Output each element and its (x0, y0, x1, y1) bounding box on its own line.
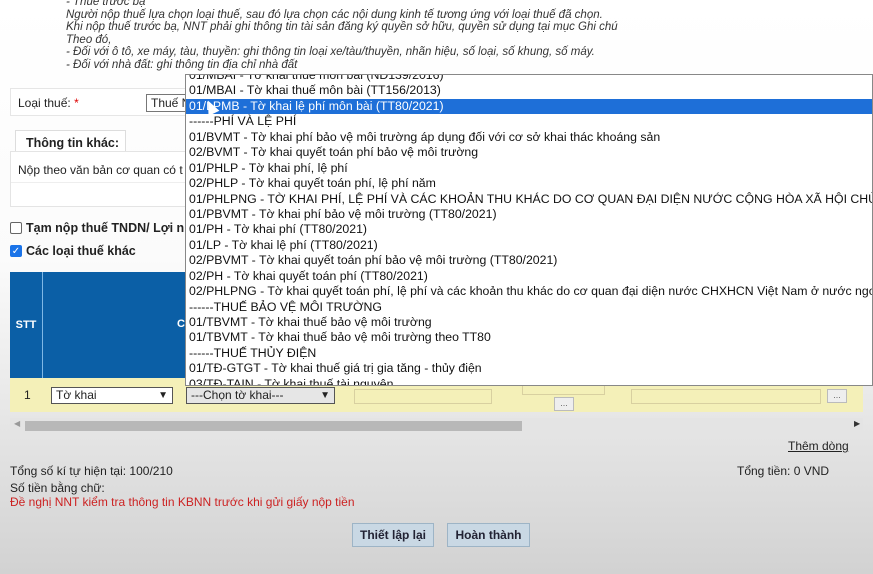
dropdown-option[interactable]: 01/PH - Tờ khai phí (TT80/2021) (186, 222, 872, 237)
done-button[interactable]: Hoàn thành (447, 523, 530, 547)
form-select[interactable]: ---Chọn tờ khai--- ▼ (186, 387, 335, 404)
dropdown-option[interactable]: 02/PH - Tờ khai quyết toán phí (TT80/202… (186, 269, 872, 284)
dropdown-option[interactable]: 01/TBVMT - Tờ khai thuế bảo vệ môi trườn… (186, 330, 872, 345)
instruction-line: - Đối với ô tô, xe máy, tàu, thuyền: ghi… (66, 46, 595, 59)
other-info-box (10, 151, 190, 207)
dropdown-option[interactable]: 01/TĐ-GTGT - Tờ khai thuế giá trị gia tă… (186, 361, 872, 376)
instruction-line: - Đối với nhà đất: ghi thông tin địa chỉ… (66, 58, 298, 71)
dropdown-option[interactable]: 01/MBAI - Tờ khai thuế môn bài (NĐ139/20… (186, 75, 872, 83)
dropdown-option[interactable]: 02/BVMT - Tờ khai quyết toán phí bảo vệ … (186, 145, 872, 160)
row-number: 1 (24, 388, 31, 402)
checkbox-label: Tạm nộp thuế TNDN/ Lợi nh (26, 221, 192, 235)
instruction-line: Theo đó, (66, 33, 112, 46)
instruction-line: Người nộp thuế lựa chọn loại thuế, sau đ… (66, 8, 603, 21)
dropdown-option[interactable]: 01/PHLPNG - TỜ KHAI PHÍ, LỆ PHÍ VÀ CÁC K… (186, 192, 872, 207)
tab-other-info[interactable]: Thông tin khác: (15, 130, 126, 152)
checkbox-label: Các loại thuế khác (26, 244, 136, 258)
header-stt: STT (10, 272, 43, 378)
dropdown-option[interactable]: ------THUẾ THỦY ĐIỆN (186, 346, 872, 361)
other-info-text: Nộp theo văn bản cơ quan có t (18, 163, 183, 177)
row-type-select[interactable]: Tờ khai ▼ (51, 387, 173, 404)
dropdown-option[interactable]: ------THUẾ BẢO VỆ MÔI TRƯỜNG (186, 300, 872, 315)
warning-text: Đề nghị NNT kiểm tra thông tin KBNN trướ… (10, 495, 355, 509)
row-input[interactable] (631, 389, 821, 404)
header-column: C (177, 318, 185, 330)
scroll-left-icon[interactable]: ◀ (14, 419, 20, 428)
add-row-link[interactable]: Thêm dòng (788, 439, 849, 453)
row-input[interactable] (354, 389, 492, 404)
total-amount: Tổng tiền: 0 VND (737, 464, 830, 478)
dropdown-option[interactable]: 02/PHLP - Tờ khai quyết toán phí, lệ phí… (186, 176, 872, 191)
checkbox-temp-cit[interactable] (10, 222, 22, 234)
dropdown-option[interactable]: 02/PHLPNG - Tờ khai quyết toán phí, lệ p… (186, 284, 872, 299)
char-count: Tổng số kí tự hiện tại: 100/210 (10, 464, 173, 478)
dropdown-option[interactable]: 01/MBAI - Tờ khai thuế môn bài (TT156/20… (186, 83, 872, 98)
scroll-right-icon[interactable]: ▶ (854, 419, 860, 428)
divider (11, 182, 189, 183)
dropdown-option[interactable]: 01/TBVMT - Tờ khai thuế bảo vệ môi trườn… (186, 315, 872, 330)
tax-type-label: Loại thuế: * (18, 96, 79, 110)
dropdown-option[interactable]: 01/PBVMT - Tờ khai phí bảo vệ môi trường… (186, 207, 872, 222)
dropdown-option[interactable]: 01/LPMB - Tờ khai lệ phí môn bài (TT80/2… (186, 98, 872, 115)
dropdown-option[interactable]: 03/TĐ-TAIN - Tờ khai thuế tài nguyên (186, 377, 872, 385)
instruction-line: - Thuế trước bạ (66, 0, 146, 8)
scrollbar-thumb[interactable] (25, 421, 522, 431)
dropdown-option[interactable]: 02/PBVMT - Tờ khai quyết toán phí bảo vệ… (186, 253, 872, 268)
dropdown-option[interactable]: 01/PHLP - Tờ khai phí, lệ phí (186, 161, 872, 176)
instructions: - Thuế trước bạ Người nộp thuế lựa chọn … (66, 0, 618, 72)
dropdown-option[interactable]: ------PHÍ VÀ LỆ PHÍ (186, 114, 872, 129)
browse-button[interactable]: ... (554, 397, 574, 411)
dropdown-option[interactable]: 01/LP - Tờ khai lệ phí (TT80/2021) (186, 238, 872, 253)
browse-button[interactable]: ... (827, 389, 847, 403)
checkbox-other-taxes[interactable]: ✓ (10, 245, 22, 257)
amount-in-words: Số tiền bằng chữ: (10, 481, 105, 495)
chevron-down-icon: ▼ (320, 390, 330, 401)
form-dropdown-list[interactable]: 01/MBAI - Tờ khai thuế môn bài (NĐ139/20… (185, 74, 873, 386)
instruction-line: Khi nộp thuế trước bạ, NNT phải ghi thôn… (66, 21, 618, 34)
reset-button[interactable]: Thiết lập lại (352, 523, 434, 547)
chevron-down-icon: ▼ (158, 390, 168, 401)
dropdown-option[interactable]: 01/BVMT - Tờ khai phí bảo vệ môi trường … (186, 130, 872, 145)
